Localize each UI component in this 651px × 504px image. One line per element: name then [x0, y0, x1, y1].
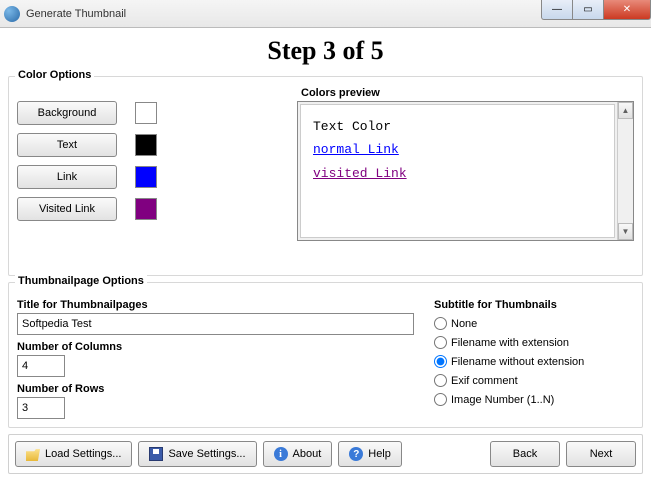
- radio-with-ext[interactable]: Filename with extension: [434, 336, 634, 349]
- visited-link-color-button[interactable]: Visited Link: [17, 197, 117, 221]
- title-input[interactable]: [17, 313, 414, 335]
- background-swatch[interactable]: [135, 102, 157, 124]
- save-settings-button[interactable]: Save Settings...: [138, 441, 256, 467]
- thumbnailpage-options-legend: Thumbnailpage Options: [15, 275, 147, 287]
- columns-label: Number of Columns: [17, 341, 414, 353]
- floppy-disk-icon: [149, 447, 163, 461]
- info-icon: i: [274, 447, 288, 461]
- preview-normal-link[interactable]: normal Link: [313, 138, 602, 161]
- scroll-down-icon[interactable]: ▼: [618, 223, 633, 240]
- titlebar: Generate Thumbnail — ▭ ✕: [0, 0, 651, 28]
- help-icon: ?: [349, 447, 363, 461]
- load-settings-button[interactable]: Load Settings...: [15, 441, 132, 467]
- step-title: Step 3 of 5: [8, 36, 643, 66]
- radio-without-ext[interactable]: Filename without extension: [434, 355, 634, 368]
- colors-preview-box: Text Color normal Link visited Link ▲ ▼: [297, 101, 634, 241]
- rows-input[interactable]: [17, 397, 65, 419]
- radio-none[interactable]: None: [434, 317, 634, 330]
- close-button[interactable]: ✕: [603, 0, 651, 20]
- preview-text-line: Text Color: [313, 119, 391, 134]
- colors-preview-label: Colors preview: [297, 87, 634, 99]
- columns-input[interactable]: [17, 355, 65, 377]
- rows-label: Number of Rows: [17, 383, 414, 395]
- bottom-toolbar: Load Settings... Save Settings... iAbout…: [8, 434, 643, 474]
- minimize-button[interactable]: —: [541, 0, 573, 20]
- scroll-up-icon[interactable]: ▲: [618, 102, 633, 119]
- color-buttons-column: Background Text Link Visited Link: [17, 87, 297, 267]
- link-color-button[interactable]: Link: [17, 165, 117, 189]
- folder-open-icon: [26, 447, 40, 461]
- about-button[interactable]: iAbout: [263, 441, 333, 467]
- colors-preview-content: Text Color normal Link visited Link: [300, 104, 615, 238]
- color-options-group: Color Options Background Text Link Visit…: [8, 76, 643, 276]
- text-swatch[interactable]: [135, 134, 157, 156]
- help-button[interactable]: ?Help: [338, 441, 402, 467]
- next-button[interactable]: Next: [566, 441, 636, 467]
- text-color-button[interactable]: Text: [17, 133, 117, 157]
- subtitle-radio-group: None Filename with extension Filename wi…: [434, 317, 634, 406]
- radio-exif-input[interactable]: [434, 374, 447, 387]
- radio-exif[interactable]: Exif comment: [434, 374, 634, 387]
- radio-none-input[interactable]: [434, 317, 447, 330]
- thumbnailpage-options-group: Thumbnailpage Options Title for Thumbnai…: [8, 282, 643, 428]
- radio-without-ext-input[interactable]: [434, 355, 447, 368]
- window-buttons: — ▭ ✕: [542, 0, 651, 20]
- radio-with-ext-input[interactable]: [434, 336, 447, 349]
- window-title: Generate Thumbnail: [26, 8, 126, 20]
- app-icon: [4, 6, 20, 22]
- colors-preview-wrap: Colors preview Text Color normal Link vi…: [297, 87, 634, 267]
- background-color-button[interactable]: Background: [17, 101, 117, 125]
- back-button[interactable]: Back: [490, 441, 560, 467]
- preview-scrollbar[interactable]: ▲ ▼: [617, 102, 634, 240]
- visited-link-swatch[interactable]: [135, 198, 157, 220]
- radio-imgnum[interactable]: Image Number (1..N): [434, 393, 634, 406]
- radio-imgnum-input[interactable]: [434, 393, 447, 406]
- maximize-button[interactable]: ▭: [572, 0, 604, 20]
- color-options-legend: Color Options: [15, 69, 94, 81]
- subtitle-label: Subtitle for Thumbnails: [434, 299, 634, 311]
- link-swatch[interactable]: [135, 166, 157, 188]
- title-label: Title for Thumbnailpages: [17, 299, 414, 311]
- content-area: Step 3 of 5 Color Options Background Tex…: [0, 28, 651, 482]
- preview-visited-link[interactable]: visited Link: [313, 162, 602, 185]
